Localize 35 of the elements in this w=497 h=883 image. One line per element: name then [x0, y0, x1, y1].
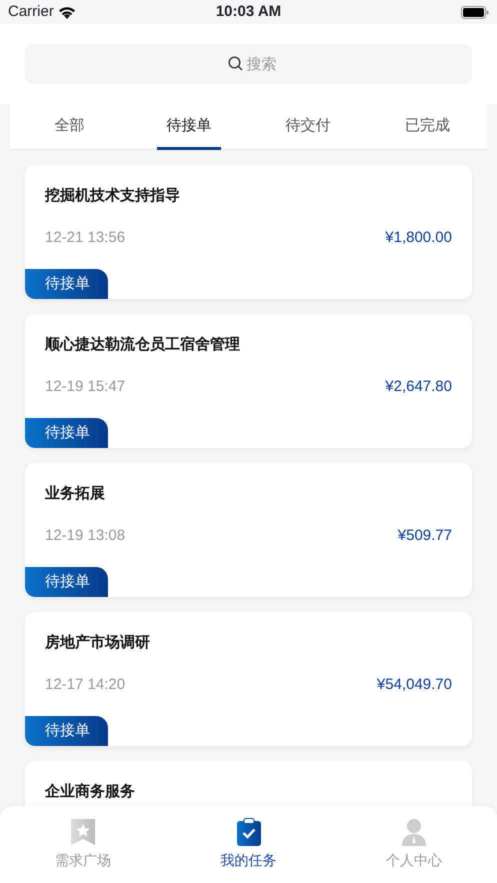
battery-icon — [461, 6, 489, 18]
filter-tab[interactable]: 已完成 — [368, 104, 487, 149]
filter-tab[interactable]: 待交付 — [248, 104, 368, 149]
tab-bar-item[interactable]: 我的任务 — [166, 806, 332, 883]
clipboard-check-icon — [236, 818, 262, 846]
status-tag: 待接单 — [25, 269, 108, 299]
task-title: 房地产市场调研 — [44, 633, 151, 652]
status-tag: 待接单 — [25, 567, 108, 597]
task-card[interactable]: 房地产市场调研 12-17 14:20 ¥54,049.70 待接单 — [25, 612, 472, 746]
status-tag: 待接单 — [25, 716, 108, 746]
task-title: 企业商务服务 — [44, 782, 136, 801]
wifi-icon — [58, 6, 76, 18]
task-card[interactable]: 业务拓展 12-19 13:08 ¥509.77 待接单 — [25, 463, 472, 597]
task-card[interactable]: 挖掘机技术支持指导 12-21 13:56 ¥1,800.00 待接单 — [25, 165, 472, 299]
task-time: 12-19 15:47 — [45, 377, 126, 397]
filter-tab[interactable]: 待接单 — [129, 104, 248, 149]
task-time: 12-19 13:08 — [45, 526, 126, 546]
task-time: 12-17 14:20 — [45, 675, 126, 695]
task-title: 顺心捷达勒流仓员工宿舍管理 — [44, 335, 241, 354]
task-time: 12-21 13:56 — [45, 228, 126, 248]
task-price: ¥2,647.80 — [385, 377, 452, 397]
task-card[interactable]: 企业商务服务 — [25, 761, 472, 806]
task-price: ¥1,800.00 — [385, 228, 452, 248]
carrier-label: Carrier — [8, 2, 54, 22]
person-icon — [401, 818, 428, 846]
task-title: 业务拓展 — [44, 484, 106, 503]
star-bookmark-icon — [70, 818, 96, 846]
filter-tab[interactable]: 全部 — [10, 104, 130, 149]
task-price: ¥509.77 — [398, 526, 452, 546]
search-field[interactable]: 搜索 — [25, 44, 472, 84]
clock-time: 10:03 AM — [216, 2, 282, 22]
task-title: 挖掘机技术支持指导 — [44, 186, 181, 205]
task-card[interactable]: 顺心捷达勒流仓员工宿舍管理 12-19 15:47 ¥2,647.80 待接单 — [25, 314, 472, 448]
status-tag: 待接单 — [25, 418, 108, 448]
task-price: ¥54,049.70 — [376, 675, 452, 695]
